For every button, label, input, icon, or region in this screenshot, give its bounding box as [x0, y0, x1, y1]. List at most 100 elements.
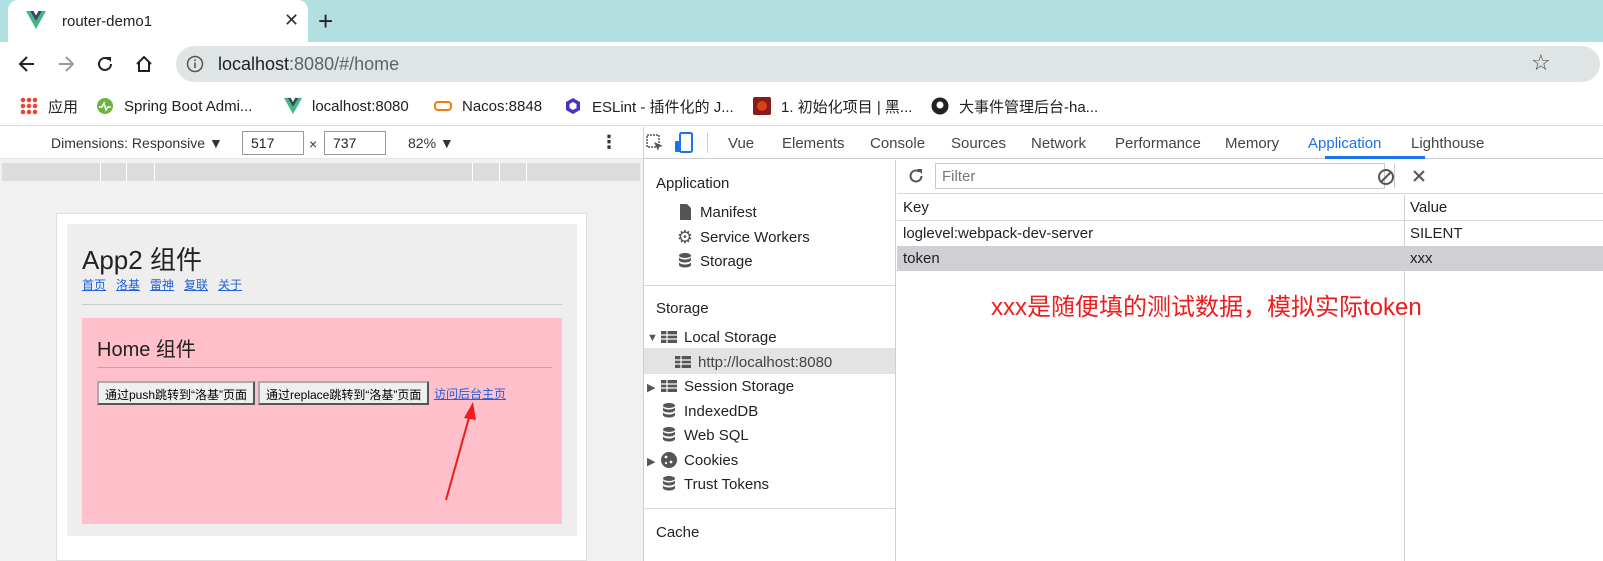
url-text: localhost:8080/#/home — [218, 54, 400, 74]
table-row[interactable]: loglevel:webpack-dev-server SILENT — [897, 221, 1603, 246]
device-toggle-icon[interactable] — [674, 132, 694, 154]
storage-toolbar: Filter — [897, 160, 1603, 194]
tab-network[interactable]: Network — [1031, 135, 1086, 152]
devtools-tab-bar: Vue Elements Console Sources Network Per… — [644, 127, 1603, 159]
divider — [97, 367, 552, 368]
divider — [82, 304, 562, 305]
nacos-icon — [434, 101, 452, 111]
filter-input[interactable]: Filter — [935, 163, 1385, 189]
app2-component: App2 组件 首页 洛基 雷神 复联 关于 Home 组件 通过push跳转到“洛基”… — [67, 224, 577, 536]
zoom-dropdown[interactable]: 82% ▼ — [408, 135, 454, 151]
nav-link-avengers[interactable]: 复联 — [184, 278, 208, 292]
info-icon[interactable] — [186, 55, 204, 73]
sidebar-item-localhost-origin[interactable]: http://localhost:8080 — [674, 353, 832, 371]
storage-section-header: Storage — [656, 300, 709, 317]
tab-close-icon[interactable]: ✕ — [284, 10, 299, 31]
bookmark-localhost[interactable]: localhost:8080 — [284, 95, 409, 117]
tab-performance[interactable]: Performance — [1115, 135, 1201, 152]
cell-key: token — [903, 250, 940, 267]
bookmark-init-project[interactable]: 1. 初始化项目 | 黑... — [753, 95, 912, 117]
sidebar-item-storage[interactable]: Storage — [676, 252, 753, 270]
column-divider[interactable] — [1404, 195, 1405, 561]
replace-button[interactable]: 通过replace跳转到“洛基”页面 — [258, 381, 430, 405]
cookie-icon — [661, 452, 677, 468]
table-header: Key Value — [897, 195, 1603, 221]
sidebar-item-cookies[interactable]: Cookies — [660, 451, 738, 469]
storage-panel: Filter Key Value loglevel:webpack-dev-se… — [897, 160, 1603, 561]
cell-value: xxx — [1410, 250, 1433, 267]
nav-link-loki[interactable]: 洛基 — [116, 278, 140, 292]
cell-key: loglevel:webpack-dev-server — [903, 225, 1094, 242]
red-arrow-annotation — [445, 402, 476, 501]
sidebar-item-session-storage[interactable]: Session Storage — [660, 377, 794, 395]
cache-section-header: Cache — [656, 524, 700, 541]
sidebar-item-indexeddb[interactable]: IndexedDB — [660, 402, 758, 420]
back-icon[interactable] — [14, 51, 40, 77]
forward-icon[interactable] — [53, 51, 79, 77]
inspect-element-icon[interactable] — [645, 133, 665, 153]
tab-application[interactable]: Application — [1308, 135, 1381, 152]
sidebar-item-service-workers[interactable]: ⚙ Service Workers — [676, 228, 810, 246]
nav-link-home[interactable]: 首页 — [82, 278, 106, 292]
nav-link-thor[interactable]: 雷神 — [150, 278, 174, 292]
section-divider — [644, 508, 895, 509]
address-bar[interactable]: localhost:8080/#/home ☆ — [176, 46, 1600, 82]
database-icon — [663, 403, 675, 418]
refresh-icon[interactable] — [907, 167, 925, 185]
table-row-selected[interactable]: token xxx — [897, 246, 1603, 271]
clear-all-icon[interactable] — [1376, 167, 1396, 187]
bookmark-eslint[interactable]: ESLint - 插件化的 J... — [564, 95, 734, 117]
tab-console[interactable]: Console — [870, 135, 925, 152]
column-header-key[interactable]: Key — [903, 199, 929, 216]
sidebar-item-label: IndexedDB — [684, 402, 759, 420]
height-input[interactable]: 737 — [324, 131, 386, 155]
bookmark-label: 应用 — [48, 98, 79, 116]
home-icon[interactable] — [131, 51, 157, 77]
push-button[interactable]: 通过push跳转到“洛基”页面 — [97, 381, 256, 405]
tab-sources[interactable]: Sources — [951, 135, 1006, 152]
more-options-icon[interactable]: ⋮ — [600, 132, 618, 153]
sidebar-item-label: Session Storage — [684, 377, 795, 395]
vue-logo-icon — [26, 11, 46, 29]
sidebar-item-trust-tokens[interactable]: Trust Tokens — [660, 475, 769, 493]
sidebar-item-label: Web SQL — [684, 426, 749, 444]
tab-memory[interactable]: Memory — [1225, 135, 1279, 152]
dimensions-dropdown[interactable]: Dimensions: Responsive ▼ — [51, 135, 223, 151]
bookmark-apps[interactable]: 应用 — [20, 95, 78, 117]
delete-selected-icon[interactable] — [1411, 168, 1427, 184]
home-title: Home 组件 — [97, 339, 196, 361]
browser-tab[interactable]: router-demo1 ✕ — [8, 0, 308, 42]
database-icon — [663, 476, 675, 491]
app-title: App2 组件 — [82, 245, 202, 275]
expand-arrow-right-icon[interactable]: ▶ — [647, 381, 655, 394]
application-sidebar: Application Manifest ⚙ Service Workers S… — [644, 160, 896, 561]
bookmark-star-icon[interactable]: ☆ — [1531, 50, 1551, 76]
bookmark-admin-backend[interactable]: 大事件管理后台-ha... — [931, 95, 1098, 117]
new-tab-icon[interactable]: + — [318, 6, 333, 37]
sidebar-item-label: Trust Tokens — [684, 475, 770, 493]
sidebar-item-local-storage[interactable]: Local Storage — [660, 328, 777, 346]
expand-arrow-right-icon[interactable]: ▶ — [647, 455, 655, 468]
sidebar-item-label: Local Storage — [684, 328, 777, 346]
application-section-header: Application — [656, 175, 730, 192]
bookmark-nacos[interactable]: Nacos:8848 — [434, 95, 542, 117]
width-input[interactable]: 517 — [242, 131, 304, 155]
tab-lighthouse[interactable]: Lighthouse — [1411, 135, 1484, 152]
media-query-ruler[interactable] — [2, 163, 640, 181]
sidebar-item-label: Storage — [700, 252, 753, 270]
emulated-viewport: App2 组件 首页 洛基 雷神 复联 关于 Home 组件 通过push跳转到“洛基”… — [0, 159, 643, 561]
sidebar-item-label: Cookies — [684, 451, 739, 469]
sidebar-item-manifest[interactable]: Manifest — [676, 203, 757, 221]
nav-link-about[interactable]: 关于 — [218, 278, 242, 292]
tab-elements[interactable]: Elements — [782, 135, 845, 152]
times-symbol: × — [309, 136, 318, 152]
tab-title: router-demo1 — [62, 13, 153, 30]
eslint-icon — [566, 98, 580, 114]
expand-arrow-down-icon[interactable]: ▼ — [647, 332, 658, 344]
sidebar-item-web-sql[interactable]: Web SQL — [660, 426, 749, 444]
bookmark-spring-boot-admin[interactable]: Spring Boot Admi... — [96, 95, 252, 117]
column-header-value[interactable]: Value — [1410, 199, 1447, 216]
reload-icon[interactable] — [92, 51, 118, 77]
file-icon — [680, 204, 691, 220]
tab-vue[interactable]: Vue — [728, 135, 754, 152]
